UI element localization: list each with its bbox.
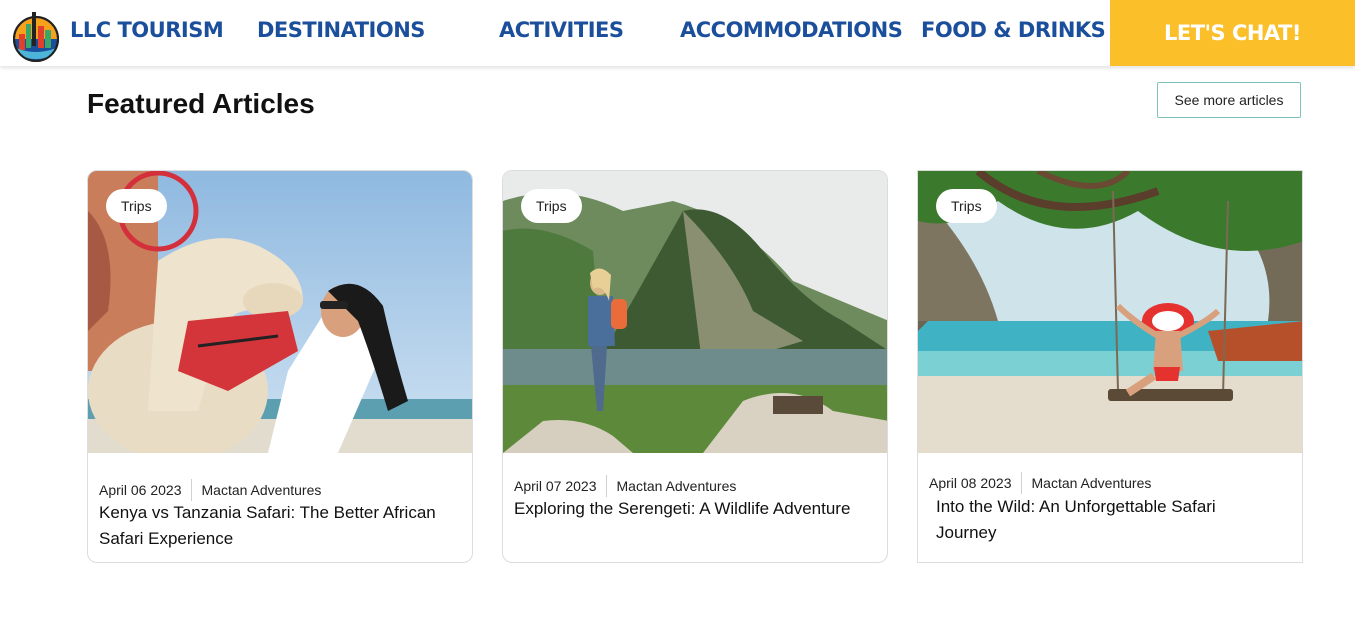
article-author[interactable]: Mactan Adventures bbox=[192, 482, 322, 498]
woman-kissing-camel-photo[interactable]: Trips bbox=[88, 171, 472, 453]
article-card[interactable]: Trips April 08 2023 Mactan Adventures In… bbox=[917, 170, 1303, 563]
article-meta: April 07 2023 Mactan Adventures bbox=[514, 475, 736, 497]
nav-accommodations-link[interactable]: ACCOMMODATIONS bbox=[680, 18, 903, 42]
brand-name-link[interactable]: LLC TOURISM bbox=[70, 18, 224, 42]
article-meta: April 08 2023 Mactan Adventures bbox=[929, 472, 1151, 494]
nav-activities-link[interactable]: ACTIVITIES bbox=[499, 18, 624, 42]
city-globe-logo[interactable] bbox=[11, 4, 61, 62]
lets-chat-button[interactable]: LET'S CHAT! bbox=[1110, 0, 1355, 66]
article-author[interactable]: Mactan Adventures bbox=[607, 478, 737, 494]
article-title[interactable]: Kenya vs Tanzania Safari: The Better Afr… bbox=[99, 500, 459, 552]
article-title[interactable]: Exploring the Serengeti: A Wildlife Adve… bbox=[514, 496, 886, 522]
hiker-mountain-lake-photo[interactable]: Trips bbox=[503, 171, 887, 453]
article-date: April 06 2023 bbox=[99, 482, 182, 498]
see-more-articles-button[interactable]: See more articles bbox=[1157, 82, 1301, 118]
article-card[interactable]: Trips April 07 2023 Mactan Adventures Ex… bbox=[502, 170, 888, 563]
woman-beach-swing-photo[interactable]: Trips bbox=[918, 171, 1302, 453]
category-badge[interactable]: Trips bbox=[936, 189, 997, 223]
top-navigation: LLC TOURISM DESTINATIONS ACTIVITIES ACCO… bbox=[0, 0, 1355, 66]
article-date: April 08 2023 bbox=[929, 475, 1012, 491]
article-meta: April 06 2023 Mactan Adventures bbox=[99, 479, 321, 501]
lets-chat-label: LET'S CHAT! bbox=[1164, 21, 1301, 45]
category-badge[interactable]: Trips bbox=[106, 189, 167, 223]
category-badge[interactable]: Trips bbox=[521, 189, 582, 223]
article-date: April 07 2023 bbox=[514, 478, 597, 494]
section-title: Featured Articles bbox=[87, 88, 315, 119]
nav-destinations-link[interactable]: DESTINATIONS bbox=[257, 18, 425, 42]
article-card[interactable]: Trips April 06 2023 Mactan Adventures Ke… bbox=[87, 170, 473, 563]
article-author[interactable]: Mactan Adventures bbox=[1022, 475, 1152, 491]
nav-food-drinks-link[interactable]: FOOD & DRINKS bbox=[921, 18, 1106, 42]
article-title[interactable]: Into the Wild: An Unforgettable Safari J… bbox=[936, 494, 1266, 546]
